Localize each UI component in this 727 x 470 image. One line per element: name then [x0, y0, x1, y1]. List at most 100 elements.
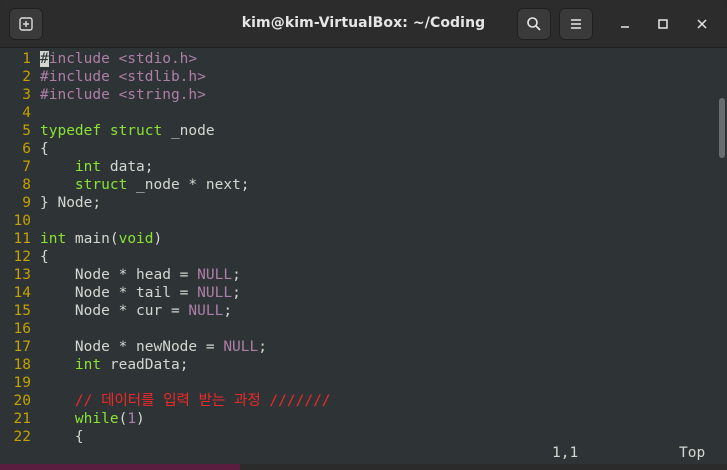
code-text: typedef struct _node — [40, 122, 215, 140]
terminal-window: kim@kim-VirtualBox: ~/Coding 1 #include … — [0, 0, 727, 470]
line-number: 21 — [13, 411, 31, 427]
scrollbar[interactable] — [719, 98, 725, 158]
code-text: // 데이터를 입력 받는 과정 /////// — [40, 392, 331, 410]
code-line: 6{ — [0, 140, 715, 158]
line-number: 18 — [13, 357, 31, 373]
code-token: include <stdio.h> — [48, 51, 198, 67]
code-token: } Node; — [40, 195, 102, 211]
code-line: 13 Node * head = NULL; — [0, 266, 715, 284]
line-number: 12 — [13, 249, 31, 265]
code-line: 9 } Node; — [0, 194, 715, 212]
line-number: 16 — [13, 321, 31, 337]
code-token: { — [40, 249, 49, 265]
code-token: int — [40, 231, 67, 247]
code-token: typedef struct — [40, 123, 163, 139]
line-number: 10 — [13, 213, 31, 229]
code-token: NULL — [197, 285, 233, 301]
code-token: Node * newNode = — [40, 339, 224, 355]
hamburger-menu-icon — [571, 19, 581, 29]
code-line: 18 int readData; — [0, 356, 715, 374]
code-line: 14 Node * tail = NULL; — [0, 284, 715, 302]
code-text: { — [40, 248, 49, 266]
code-text: int readData; — [40, 356, 189, 374]
code-token: NULL — [188, 303, 224, 319]
code-line: 5 typedef struct _node — [0, 122, 715, 140]
code-token: // 데이터를 입력 받는 과정 /////// — [74, 393, 331, 409]
code-token: main( — [66, 231, 119, 247]
close-icon — [697, 19, 707, 29]
code-token: ; — [232, 285, 241, 301]
maximize-button[interactable] — [647, 8, 679, 40]
code-line: 8 struct _node * next; — [0, 176, 715, 194]
close-button[interactable] — [686, 8, 718, 40]
code-line: 21 while(1) — [0, 410, 715, 428]
code-text: while(1) — [40, 410, 145, 428]
line-number: 19 — [13, 375, 31, 391]
code-token: ; — [223, 303, 233, 319]
code-token: { — [40, 429, 84, 445]
code-text: #include <string.h> — [40, 86, 206, 104]
line-number: 4 — [22, 105, 31, 121]
code-text: #include <stdio.h> — [40, 50, 197, 68]
line-number: 14 — [13, 285, 31, 301]
code-text: { — [40, 140, 49, 158]
line-number: 3 — [22, 87, 31, 103]
code-line: 19 — [0, 374, 715, 392]
vim-statusline: 1,1 Top — [0, 444, 715, 462]
code-token: int — [74, 159, 102, 175]
code-line: 16 — [0, 320, 715, 338]
code-text: Node * newNode = NULL; — [40, 338, 267, 356]
vim-buffer[interactable]: 1 #include <stdio.h> 2 #include <stdlib.h> 3… — [0, 50, 715, 446]
search-icon — [527, 17, 541, 31]
code-token: int — [74, 357, 102, 373]
cursor-position: 1,1 — [552, 445, 579, 461]
search-button[interactable] — [517, 8, 551, 40]
line-number: 13 — [13, 267, 31, 283]
code-token: { — [40, 141, 49, 157]
code-token: NULL — [223, 339, 259, 355]
minimize-icon — [621, 26, 629, 28]
code-line: 12 { — [0, 248, 715, 266]
code-line: 3 #include <string.h> — [0, 86, 715, 104]
code-token: #include <string.h> — [40, 87, 206, 103]
minimize-button[interactable] — [609, 8, 641, 40]
text-cursor: # — [40, 51, 49, 67]
code-text: int main(void) — [40, 230, 162, 248]
code-line: 7 int data; — [0, 158, 715, 176]
terminal-content[interactable]: 1 #include <stdio.h> 2 #include <stdlib.h> 3… — [0, 48, 727, 464]
line-number: 7 — [22, 159, 31, 175]
code-token: _node * next; — [127, 177, 250, 193]
code-line: 17 Node * newNode = NULL; — [0, 338, 715, 356]
code-token: ; — [258, 339, 267, 355]
line-number: 6 — [22, 141, 31, 157]
titlebar: kim@kim-VirtualBox: ~/Coding — [0, 0, 727, 48]
line-number: 20 — [13, 393, 31, 409]
line-number: 17 — [13, 339, 31, 355]
line-number: 8 — [22, 177, 31, 193]
code-token: ) — [153, 231, 163, 247]
line-number: 15 — [13, 303, 31, 319]
code-token: Node * head = — [40, 267, 198, 283]
line-number: 1 — [22, 51, 31, 67]
code-token: ) — [136, 411, 145, 427]
maximize-icon — [658, 19, 668, 29]
code-line: 20 // 데이터를 입력 받는 과정 /////// — [0, 392, 715, 410]
menu-button[interactable] — [559, 8, 593, 40]
code-token: ( — [118, 411, 128, 427]
code-line: 2 #include <stdlib.h> — [0, 68, 715, 86]
code-token: _node — [162, 123, 215, 139]
line-number: 5 — [22, 123, 31, 139]
code-token: NULL — [197, 267, 233, 283]
code-line: 11 int main(void) — [0, 230, 715, 248]
code-token: Node * cur = — [40, 303, 189, 319]
taskbar-edge — [240, 464, 727, 470]
code-text: struct _node * next; — [40, 176, 250, 194]
code-text: } Node; — [40, 194, 101, 212]
code-token: #include <stdlib.h> — [40, 69, 206, 85]
line-number: 9 — [22, 195, 31, 211]
code-token: Node * tail = — [40, 285, 198, 301]
